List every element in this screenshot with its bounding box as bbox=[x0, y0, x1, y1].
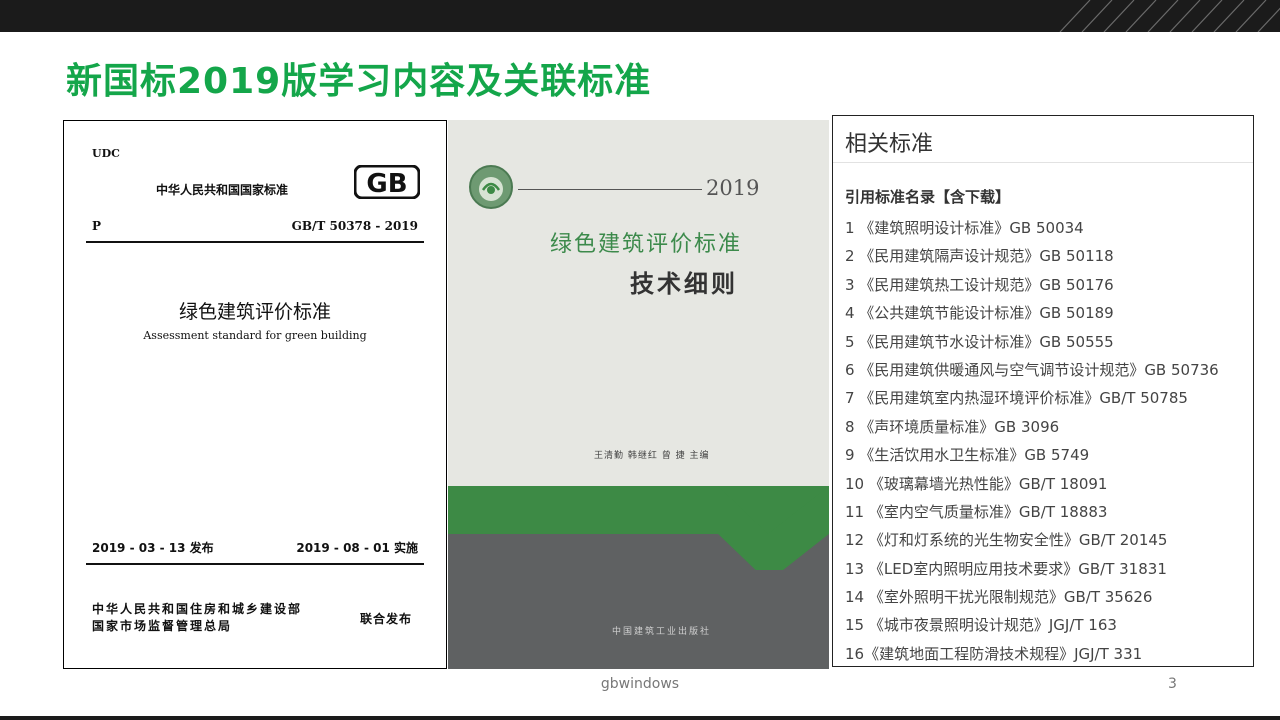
list-item: 16《建筑地面工程防滑技术规程》JGJ/T 331 bbox=[845, 644, 1143, 663]
list-item: 8 《声环境质量标准》GB 3096 bbox=[845, 417, 1060, 436]
effective-date: 2019 - 08 - 01 实施 bbox=[296, 541, 418, 555]
book-cover-image: 2019 绿色建筑评价标准 技术细则 王清勤 韩继红 曾 捷 主编 中国建筑工业… bbox=[448, 120, 829, 669]
national-standard-label: 中华人民共和国国家标准 bbox=[156, 183, 289, 197]
reference-list: 1 《建筑照明设计标准》GB 50034 2 《民用建筑隔声设计规范》GB 50… bbox=[845, 214, 1219, 668]
list-item: 1 《建筑照明设计标准》GB 50034 bbox=[845, 219, 1084, 237]
list-item: 4 《公共建筑节能设计标准》GB 50189 bbox=[845, 304, 1114, 323]
udc-label: UDC bbox=[92, 147, 120, 160]
bottom-banner bbox=[0, 716, 1280, 720]
svg-text:GB: GB bbox=[366, 169, 407, 199]
banner-stripes-decoration bbox=[1059, 0, 1280, 32]
list-item: 15 《城市夜景照明设计规范》JGJ/T 163 bbox=[845, 616, 1117, 635]
issuing-authorities: 中华人民共和国住房和城乡建设部 国家市场监督管理总局 bbox=[92, 601, 302, 635]
book-title-line-2: 技术细则 bbox=[630, 270, 738, 298]
related-standards-panel: 相关标准 引用标准名录【含下载】 1 《建筑照明设计标准》GB 50034 2 … bbox=[832, 115, 1254, 667]
category-letter: P bbox=[92, 219, 102, 233]
book-editors: 王清勤 韩继红 曾 捷 主编 bbox=[594, 451, 710, 461]
list-item: 2 《民用建筑隔声设计规范》GB 50118 bbox=[845, 247, 1114, 266]
list-item: 11 《室内空气质量标准》GB/T 18883 bbox=[845, 502, 1108, 521]
divider bbox=[86, 241, 424, 243]
list-item: 10 《玻璃幕墙光热性能》GB/T 18091 bbox=[845, 474, 1108, 493]
reference-list-subheading: 引用标准名录【含下载】 bbox=[845, 188, 1011, 206]
footer-text: gbwindows bbox=[600, 676, 680, 692]
list-item: 7 《民用建筑室内热湿环境评价标准》GB/T 50785 bbox=[845, 389, 1188, 408]
divider bbox=[86, 563, 424, 565]
divider bbox=[833, 162, 1253, 163]
related-standards-heading: 相关标准 bbox=[845, 132, 934, 157]
list-item: 6 《民用建筑供暖通风与空气调节设计规范》GB 50736 bbox=[845, 360, 1219, 379]
standard-title-cn: 绿色建筑评价标准 bbox=[178, 301, 331, 323]
list-item: 14 《室外照明干扰光限制规范》GB/T 35626 bbox=[845, 588, 1153, 607]
seal-logo-icon bbox=[469, 165, 513, 209]
book-year: 2019 bbox=[706, 176, 760, 200]
top-banner bbox=[0, 0, 1280, 32]
list-item: 13 《LED室内照明应用技术要求》GB/T 31831 bbox=[845, 559, 1167, 578]
page-number: 3 bbox=[1168, 676, 1177, 692]
book-title-line-1: 绿色建筑评价标准 bbox=[550, 232, 743, 257]
list-item: 12 《灯和灯系统的光生物安全性》GB/T 20145 bbox=[845, 531, 1168, 550]
publish-date: 2019 - 03 - 13 发布 bbox=[92, 541, 214, 555]
issuer-line-2: 国家市场监督管理总局 bbox=[92, 619, 233, 633]
standard-document-image: UDC 中华人民共和国国家标准 GB P GB/T 50378 - 2019 绿… bbox=[63, 120, 447, 669]
year-rule bbox=[518, 189, 702, 190]
standard-title-en: Assessment standard for green building bbox=[143, 329, 367, 342]
gb-logo: GB bbox=[354, 165, 420, 199]
cover-chevron-decoration bbox=[718, 486, 829, 570]
book-publisher: 中国建筑工业出版社 bbox=[612, 627, 712, 637]
joint-release-label: 联合发布 bbox=[360, 612, 413, 626]
slide-title: 新国标2019版学习内容及关联标准 bbox=[66, 61, 652, 102]
list-item: 3 《民用建筑热工设计规范》GB 50176 bbox=[845, 275, 1114, 294]
list-item: 9 《生活饮用水卫生标准》GB 5749 bbox=[845, 446, 1090, 465]
issuer-line-1: 中华人民共和国住房和城乡建设部 bbox=[92, 602, 303, 616]
standard-code: GB/T 50378 - 2019 bbox=[291, 219, 418, 233]
list-item: 5 《民用建筑节水设计标准》GB 50555 bbox=[845, 332, 1114, 351]
